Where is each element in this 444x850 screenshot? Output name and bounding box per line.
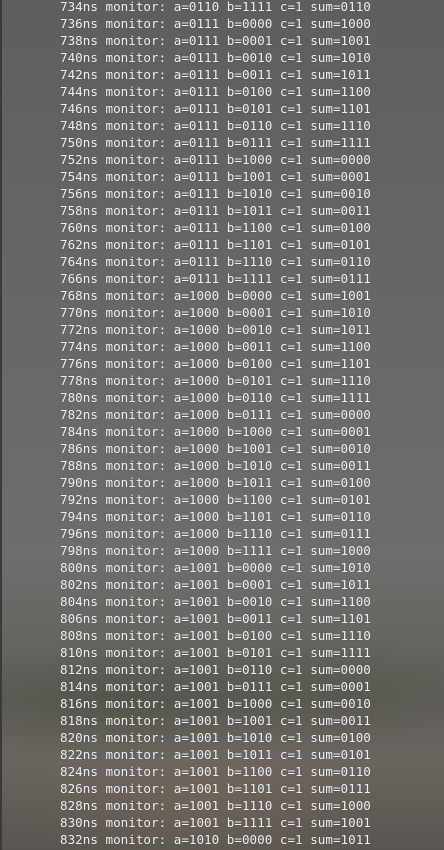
output-line: 810ns monitor: a=1001 b=0101 c=1 sum=111… <box>60 645 371 660</box>
output-line: 736ns monitor: a=0111 b=0000 c=1 sum=100… <box>60 16 371 31</box>
output-line: 806ns monitor: a=1001 b=0011 c=1 sum=110… <box>60 611 371 626</box>
output-line: 738ns monitor: a=0111 b=0001 c=1 sum=100… <box>60 33 371 48</box>
output-line: 826ns monitor: a=1001 b=1101 c=1 sum=011… <box>60 781 371 796</box>
output-line: 764ns monitor: a=0111 b=1110 c=1 sum=011… <box>60 254 371 269</box>
output-line: 808ns monitor: a=1001 b=0100 c=1 sum=111… <box>60 628 371 643</box>
output-line: 780ns monitor: a=1000 b=0110 c=1 sum=111… <box>60 390 371 405</box>
output-line: 752ns monitor: a=0111 b=1000 c=1 sum=000… <box>60 152 371 167</box>
output-line: 772ns monitor: a=1000 b=0010 c=1 sum=101… <box>60 322 371 337</box>
output-line: 766ns monitor: a=0111 b=1111 c=1 sum=011… <box>60 271 371 286</box>
output-line: 734ns monitor: a=0110 b=1111 c=1 sum=011… <box>60 0 371 14</box>
output-line: 796ns monitor: a=1000 b=1110 c=1 sum=011… <box>60 526 371 541</box>
output-line: 756ns monitor: a=0111 b=1010 c=1 sum=001… <box>60 186 371 201</box>
output-line: 822ns monitor: a=1001 b=1011 c=1 sum=010… <box>60 747 371 762</box>
output-line: 828ns monitor: a=1001 b=1110 c=1 sum=100… <box>60 798 371 813</box>
output-line: 758ns monitor: a=0111 b=1011 c=1 sum=001… <box>60 203 371 218</box>
output-line: 832ns monitor: a=1010 b=0000 c=1 sum=101… <box>60 832 371 847</box>
output-line: 814ns monitor: a=1001 b=0111 c=1 sum=000… <box>60 679 371 694</box>
output-line: 804ns monitor: a=1001 b=0010 c=1 sum=110… <box>60 594 371 609</box>
output-line: 818ns monitor: a=1001 b=1001 c=1 sum=001… <box>60 713 371 728</box>
output-line: 742ns monitor: a=0111 b=0011 c=1 sum=101… <box>60 67 371 82</box>
output-line: 770ns monitor: a=1000 b=0001 c=1 sum=101… <box>60 305 371 320</box>
output-line: 794ns monitor: a=1000 b=1101 c=1 sum=011… <box>60 509 371 524</box>
output-line: 782ns monitor: a=1000 b=0111 c=1 sum=000… <box>60 407 371 422</box>
output-line: 812ns monitor: a=1001 b=0110 c=1 sum=000… <box>60 662 371 677</box>
output-line: 784ns monitor: a=1000 b=1000 c=1 sum=000… <box>60 424 371 439</box>
output-line: 798ns monitor: a=1000 b=1111 c=1 sum=100… <box>60 543 371 558</box>
output-line: 788ns monitor: a=1000 b=1010 c=1 sum=001… <box>60 458 371 473</box>
output-line: 776ns monitor: a=1000 b=0100 c=1 sum=110… <box>60 356 371 371</box>
output-line: 802ns monitor: a=1001 b=0001 c=1 sum=101… <box>60 577 371 592</box>
output-line: 754ns monitor: a=0111 b=1001 c=1 sum=000… <box>60 169 371 184</box>
output-line: 786ns monitor: a=1000 b=1001 c=1 sum=001… <box>60 441 371 456</box>
output-line: 760ns monitor: a=0111 b=1100 c=1 sum=010… <box>60 220 371 235</box>
output-line: 800ns monitor: a=1001 b=0000 c=1 sum=101… <box>60 560 371 575</box>
output-line: 768ns monitor: a=1000 b=0000 c=1 sum=100… <box>60 288 371 303</box>
output-line: 774ns monitor: a=1000 b=0011 c=1 sum=110… <box>60 339 371 354</box>
output-line: 830ns monitor: a=1001 b=1111 c=1 sum=100… <box>60 815 371 830</box>
output-line: 778ns monitor: a=1000 b=0101 c=1 sum=111… <box>60 373 371 388</box>
terminal-output: 734ns monitor: a=0110 b=1111 c=1 sum=011… <box>0 0 371 848</box>
output-line: 790ns monitor: a=1000 b=1011 c=1 sum=010… <box>60 475 371 490</box>
output-line: 740ns monitor: a=0111 b=0010 c=1 sum=101… <box>60 50 371 65</box>
output-line: 744ns monitor: a=0111 b=0100 c=1 sum=110… <box>60 84 371 99</box>
terminal-window[interactable]: 734ns monitor: a=0110 b=1111 c=1 sum=011… <box>0 0 444 850</box>
output-line: 748ns monitor: a=0111 b=0110 c=1 sum=111… <box>60 118 371 133</box>
output-line: 816ns monitor: a=1001 b=1000 c=1 sum=001… <box>60 696 371 711</box>
output-line: 820ns monitor: a=1001 b=1010 c=1 sum=010… <box>60 730 371 745</box>
output-line: 792ns monitor: a=1000 b=1100 c=1 sum=010… <box>60 492 371 507</box>
output-line: 750ns monitor: a=0111 b=0111 c=1 sum=111… <box>60 135 371 150</box>
output-line: 824ns monitor: a=1001 b=1100 c=1 sum=011… <box>60 764 371 779</box>
output-line: 746ns monitor: a=0111 b=0101 c=1 sum=110… <box>60 101 371 116</box>
output-line: 762ns monitor: a=0111 b=1101 c=1 sum=010… <box>60 237 371 252</box>
